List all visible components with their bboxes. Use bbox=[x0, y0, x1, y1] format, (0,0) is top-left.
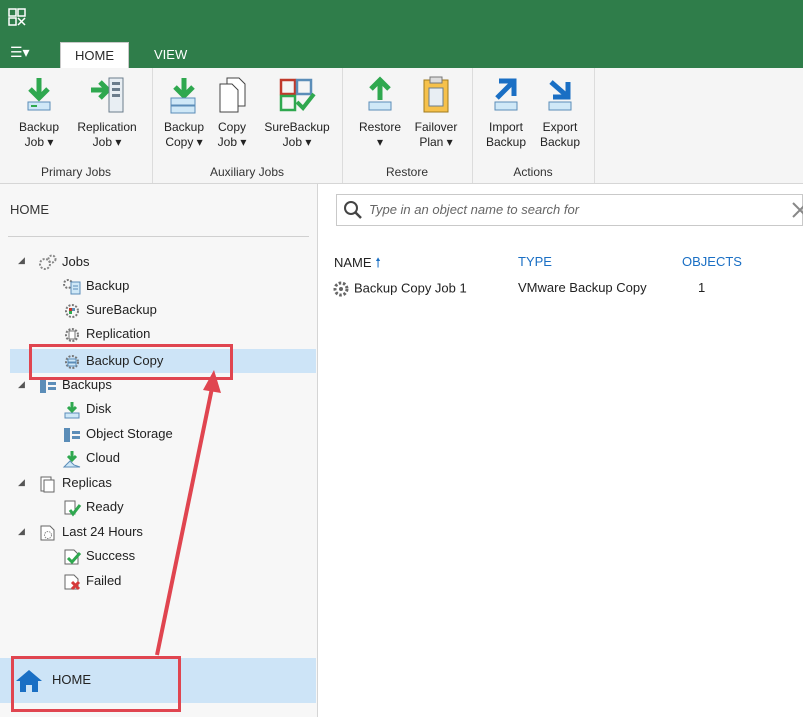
annotation-arrow bbox=[155, 370, 221, 656]
